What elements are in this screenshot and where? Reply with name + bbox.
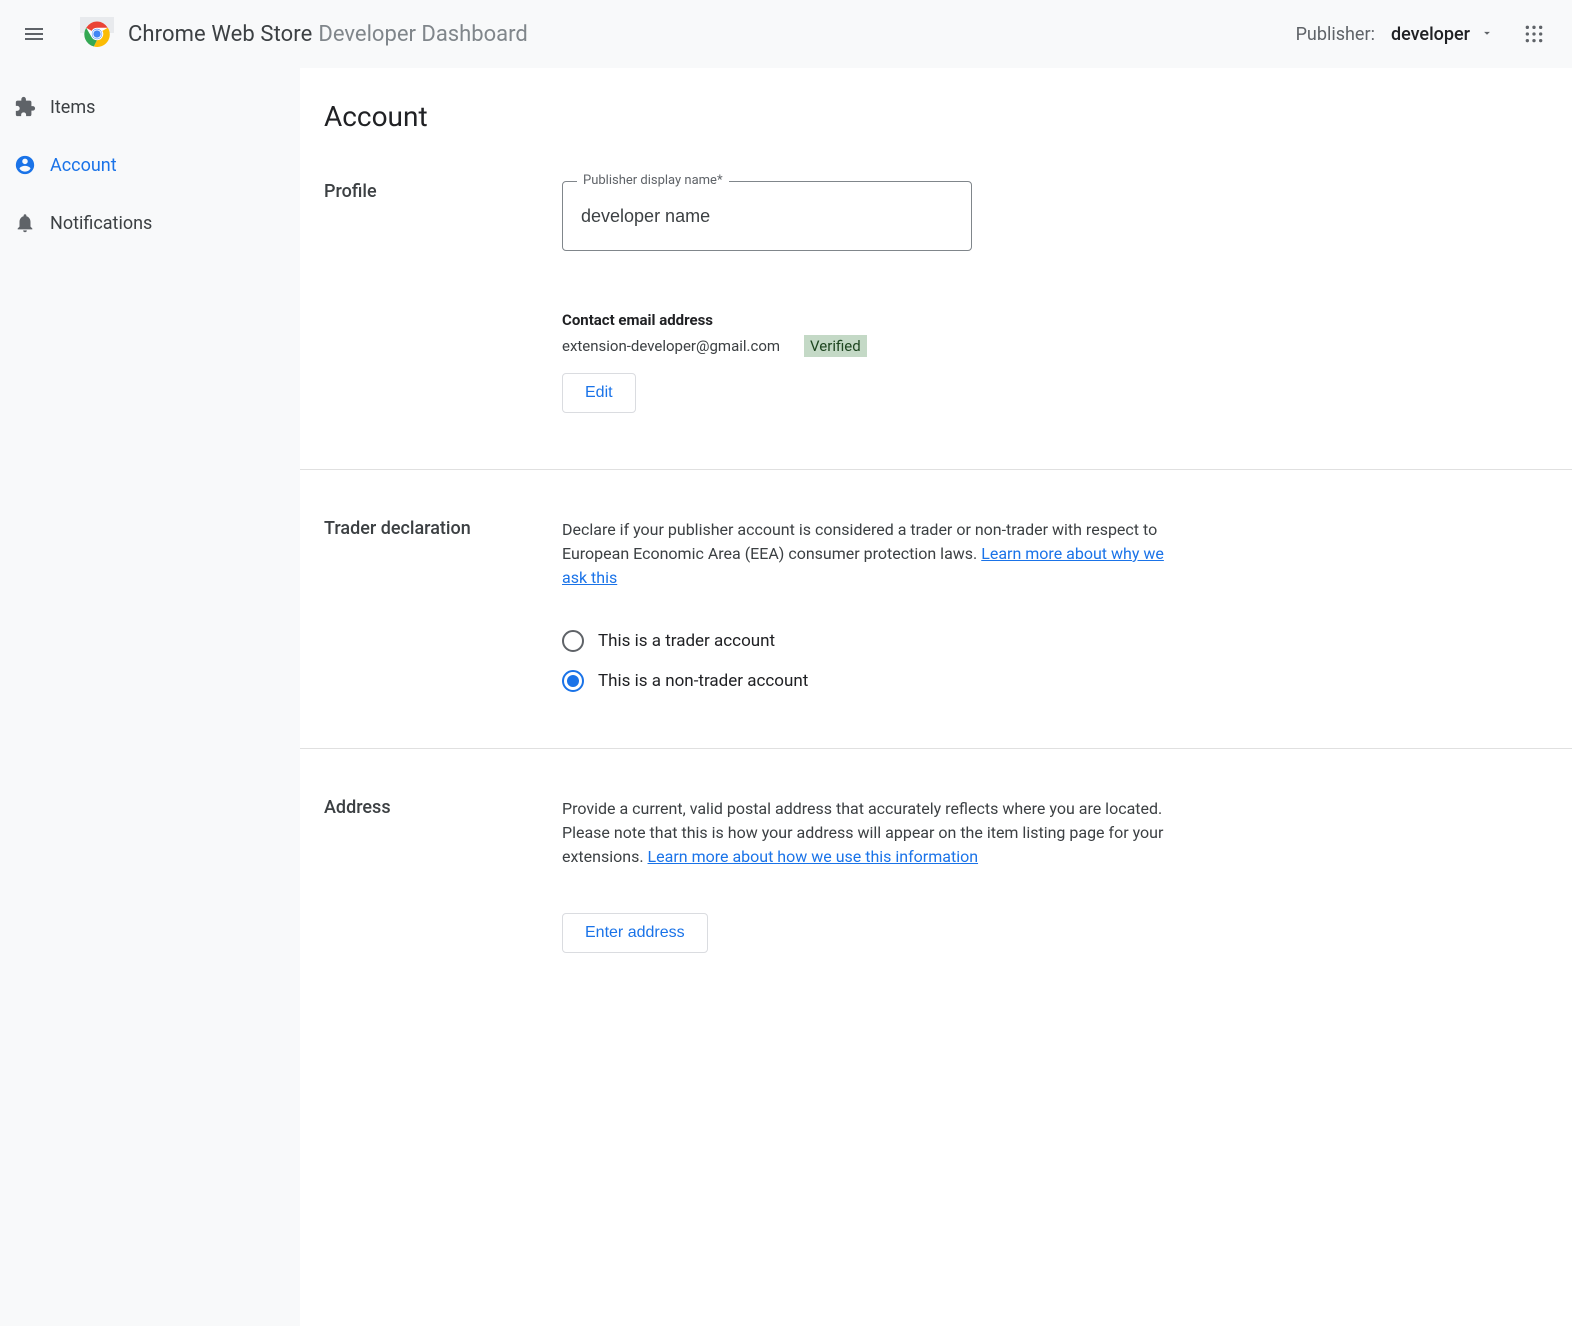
page-title: Account bbox=[300, 68, 1572, 133]
radio-non-trader-account[interactable]: This is a non-trader account bbox=[562, 670, 1192, 692]
bell-icon bbox=[14, 212, 50, 234]
publisher-selected-value: developer bbox=[1391, 24, 1470, 45]
radio-trader-account[interactable]: This is a trader account bbox=[562, 630, 1192, 652]
publisher-display-name-field[interactable]: Publisher display name* bbox=[562, 181, 972, 251]
section-address: Address Provide a current, valid postal … bbox=[300, 749, 1572, 1009]
extension-icon bbox=[14, 96, 50, 118]
contact-email-value: extension-developer@gmail.com bbox=[562, 337, 780, 355]
account-circle-icon bbox=[14, 154, 50, 176]
verified-badge: Verified bbox=[804, 335, 867, 357]
section-heading: Trader declaration bbox=[324, 518, 562, 692]
menu-button[interactable] bbox=[14, 14, 54, 54]
google-apps-button[interactable] bbox=[1514, 14, 1554, 54]
sidebar: Items Account Notifications bbox=[0, 68, 300, 1326]
hamburger-icon bbox=[22, 22, 46, 46]
app-title-sub: Developer Dashboard bbox=[318, 22, 527, 47]
trader-description: Declare if your publisher account is con… bbox=[562, 518, 1192, 590]
sidebar-item-label: Notifications bbox=[50, 213, 152, 234]
radio-label: This is a non-trader account bbox=[598, 671, 808, 691]
radio-icon bbox=[562, 670, 584, 692]
address-learn-more-link[interactable]: Learn more about how we use this informa… bbox=[648, 847, 979, 866]
app-header: Chrome Web Store Developer Dashboard Pub… bbox=[0, 0, 1572, 68]
publisher-dropdown[interactable]: developer bbox=[1391, 24, 1494, 45]
sidebar-item-label: Items bbox=[50, 97, 95, 118]
apps-grid-icon bbox=[1524, 24, 1544, 44]
sidebar-item-label: Account bbox=[50, 155, 117, 176]
caret-down-icon bbox=[1480, 24, 1494, 45]
edit-email-button[interactable]: Edit bbox=[562, 373, 636, 413]
section-heading: Profile bbox=[324, 181, 562, 413]
field-label: Publisher display name* bbox=[577, 173, 729, 188]
chrome-web-store-logo bbox=[80, 17, 114, 51]
sidebar-item-notifications[interactable]: Notifications bbox=[0, 194, 300, 252]
app-title-main: Chrome Web Store bbox=[128, 22, 312, 47]
contact-email-heading: Contact email address bbox=[562, 311, 1192, 329]
main-content: Account Profile Publisher display name* … bbox=[300, 68, 1572, 1326]
publisher-label: Publisher: bbox=[1296, 24, 1375, 45]
enter-address-button[interactable]: Enter address bbox=[562, 913, 708, 953]
section-heading: Address bbox=[324, 797, 562, 953]
address-description: Provide a current, valid postal address … bbox=[562, 797, 1192, 869]
section-profile: Profile Publisher display name* Contact … bbox=[300, 133, 1572, 470]
radio-label: This is a trader account bbox=[598, 631, 775, 651]
radio-icon bbox=[562, 630, 584, 652]
section-trader-declaration: Trader declaration Declare if your publi… bbox=[300, 470, 1572, 749]
publisher-display-name-input[interactable] bbox=[581, 206, 953, 227]
sidebar-item-account[interactable]: Account bbox=[0, 136, 300, 194]
sidebar-item-items[interactable]: Items bbox=[0, 78, 300, 136]
